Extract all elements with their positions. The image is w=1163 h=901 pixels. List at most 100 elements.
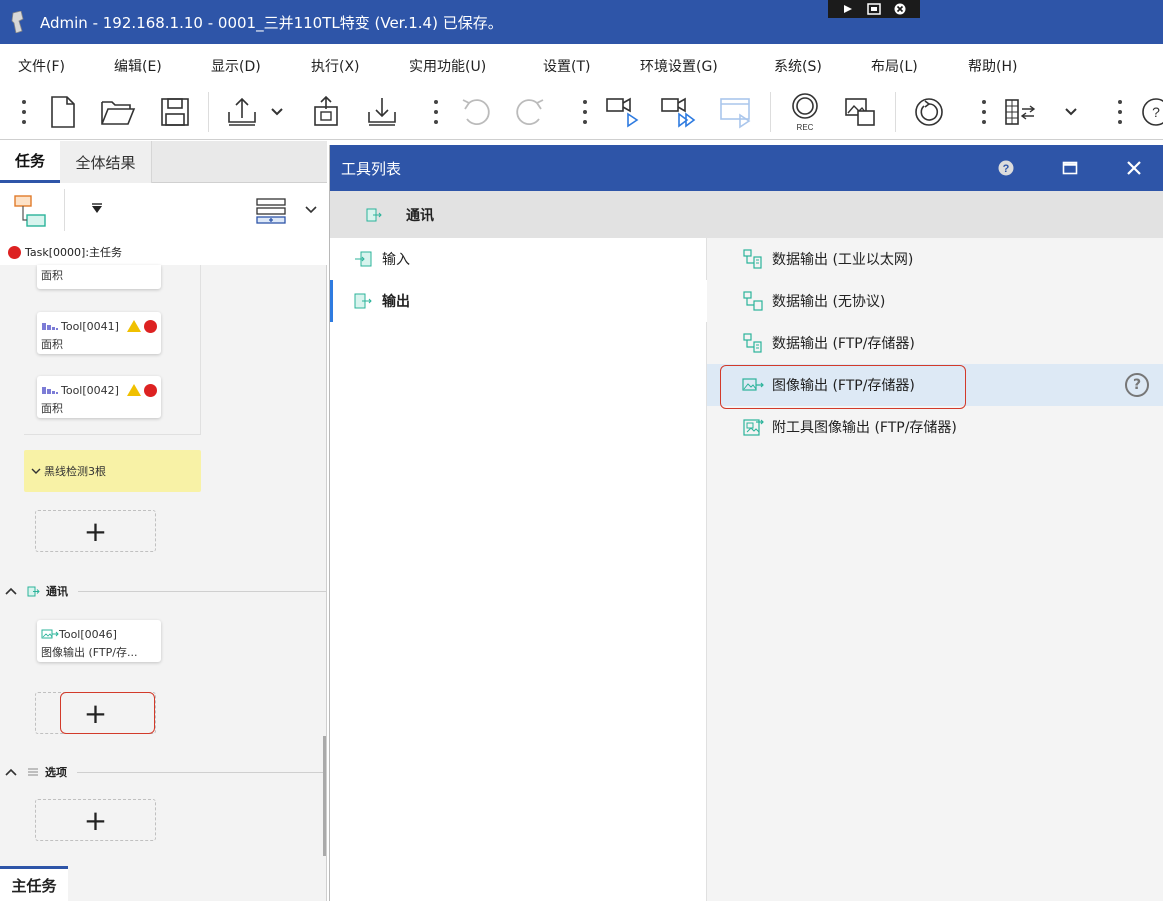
- record-label: REC: [797, 123, 814, 132]
- tool-item-label: 数据输出 (工业以太网): [772, 252, 914, 268]
- task-header[interactable]: Task[0000]:主任务: [0, 239, 327, 265]
- toolbar-grip[interactable]: [583, 100, 587, 124]
- toolbar-grip[interactable]: [434, 100, 438, 124]
- io-switch-button[interactable]: [1000, 92, 1040, 132]
- run-continuous-button[interactable]: [658, 92, 698, 132]
- dialog-help-button[interactable]: ?: [994, 156, 1018, 180]
- tool-card[interactable]: Tool[0042] 面积: [37, 376, 161, 418]
- dialog-close-button[interactable]: [1122, 156, 1146, 180]
- menu-utility[interactable]: 实用功能(U): [409, 56, 486, 76]
- run-once-button[interactable]: [602, 92, 642, 132]
- new-file-button[interactable]: [43, 92, 83, 132]
- remote-session-bar[interactable]: [828, 0, 920, 18]
- data-output-icon: [743, 249, 762, 269]
- tool-card[interactable]: Tool[0041] 面积: [37, 312, 161, 354]
- subcategory-output[interactable]: 输出: [330, 280, 707, 322]
- dialog-title-bar: 工具列表 ?: [330, 145, 1163, 191]
- image-capture-icon: [845, 98, 875, 126]
- help-toolbar-button[interactable]: ?: [1136, 92, 1163, 132]
- camera-continuous-icon: [661, 97, 696, 128]
- reset-icon: [915, 98, 943, 126]
- menu-environment[interactable]: 环境设置(G): [640, 56, 718, 76]
- chevron-up-icon[interactable]: [5, 768, 17, 776]
- toolbar-grip[interactable]: [22, 100, 26, 124]
- dialog-maximize-button[interactable]: [1058, 156, 1082, 180]
- image-capture-button[interactable]: [840, 92, 880, 132]
- record-button[interactable]: REC: [785, 92, 825, 132]
- menu-run[interactable]: 执行(X): [311, 56, 360, 76]
- error-icon: [143, 319, 157, 333]
- menu-layout[interactable]: 布局(L): [871, 56, 918, 76]
- transfer-button[interactable]: [306, 92, 346, 132]
- stop-run-button[interactable]: [716, 92, 756, 132]
- tool-item-tool-image-output-ftp[interactable]: 附工具图像输出 (FTP/存储器): [707, 406, 1163, 448]
- section-options[interactable]: 选项: [0, 762, 327, 782]
- scrollbar[interactable]: [323, 736, 326, 856]
- close-session-icon[interactable]: [894, 3, 906, 15]
- tab-all-results[interactable]: 全体结果: [60, 141, 152, 183]
- upload-button[interactable]: [222, 92, 262, 132]
- image-output-icon: [41, 629, 59, 639]
- tool-card-id: Tool[0041]: [61, 319, 119, 333]
- add-tool-button[interactable]: +: [35, 510, 156, 552]
- tool-item-data-output-ftp[interactable]: 数据输出 (FTP/存储器): [707, 322, 1163, 364]
- menu-system[interactable]: 系统(S): [774, 56, 822, 76]
- redo-button[interactable]: [510, 92, 550, 132]
- tool-card[interactable]: Tool[0046] 图像输出 (FTP/存...: [37, 620, 161, 662]
- subcategory-input[interactable]: 输入: [330, 238, 707, 280]
- input-icon: [355, 251, 372, 267]
- app-logo-icon: [11, 11, 24, 33]
- pin-icon[interactable]: [842, 3, 854, 15]
- main-toolbar: REC ?: [0, 84, 1163, 140]
- tool-list-dialog: 工具列表 ? 通讯 输入 输出 数据输出 (工业以太网) 数据输出 (无协议) …: [329, 145, 1163, 901]
- tab-task[interactable]: 任务: [0, 141, 60, 183]
- toolbar-grip[interactable]: [982, 100, 986, 124]
- transfer-icon: [314, 95, 338, 126]
- chevron-up-icon[interactable]: [5, 587, 17, 595]
- new-file-icon: [51, 96, 75, 128]
- tool-help-icon[interactable]: ?: [1125, 373, 1149, 397]
- warning-icon: [126, 384, 141, 396]
- task-status-error: [8, 245, 21, 259]
- flowchart-icon[interactable]: [12, 193, 48, 229]
- warning-icon: [126, 320, 141, 332]
- tool-card-label: 面积: [41, 402, 63, 415]
- tool-item-data-output-nonprocedural[interactable]: 数据输出 (无协议): [707, 280, 1163, 322]
- tab-main-task[interactable]: 主任务: [0, 866, 68, 901]
- task-panel-tabs: 任务 全体结果: [0, 141, 327, 183]
- open-folder-button[interactable]: [98, 92, 138, 132]
- tool-card-id: Tool[0042]: [61, 383, 119, 397]
- group-block[interactable]: 黑线检测3根: [24, 450, 201, 492]
- chevron-down-icon[interactable]: [304, 205, 318, 215]
- svg-text:?: ?: [1003, 163, 1010, 175]
- area-tool-icon: [42, 323, 58, 330]
- menu-settings[interactable]: 设置(T): [543, 56, 590, 76]
- chevron-down-icon: [1065, 108, 1077, 116]
- maximize-icon: [1062, 161, 1078, 175]
- add-layer-icon[interactable]: [255, 197, 287, 225]
- dialog-title: 工具列表: [341, 159, 402, 178]
- section-label: 通讯: [46, 585, 68, 598]
- chevron-down-icon[interactable]: [31, 467, 41, 475]
- window-title: Admin - 192.168.1.10 - 0001_三并110TL特变 (V…: [40, 13, 503, 32]
- tool-item-data-output-ethernet[interactable]: 数据输出 (工业以太网): [707, 238, 1163, 280]
- fullscreen-icon[interactable]: [867, 3, 881, 15]
- tool-item-label: 附工具图像输出 (FTP/存储器): [772, 420, 957, 436]
- upload-dropdown-button[interactable]: [262, 92, 292, 132]
- io-dropdown-button[interactable]: [1056, 92, 1086, 132]
- io-switch-icon: [1005, 99, 1036, 125]
- add-tool-button[interactable]: +: [35, 799, 156, 841]
- data-output-icon: [743, 333, 762, 353]
- tool-items-list: 数据输出 (工业以太网) 数据输出 (无协议) 数据输出 (FTP/存储器) 图…: [707, 238, 1163, 901]
- download-button[interactable]: [362, 92, 402, 132]
- menu-file[interactable]: 文件(F): [18, 56, 65, 76]
- section-communication[interactable]: 通讯: [0, 581, 327, 601]
- toolbar-grip[interactable]: [1118, 100, 1122, 124]
- undo-button[interactable]: [456, 92, 496, 132]
- save-button[interactable]: [155, 92, 195, 132]
- menu-edit[interactable]: 编辑(E): [114, 56, 162, 76]
- reset-button[interactable]: [909, 92, 949, 132]
- dropdown-triangle-icon[interactable]: [91, 203, 103, 215]
- menu-view[interactable]: 显示(D): [211, 56, 261, 76]
- menu-help[interactable]: 帮助(H): [968, 56, 1017, 76]
